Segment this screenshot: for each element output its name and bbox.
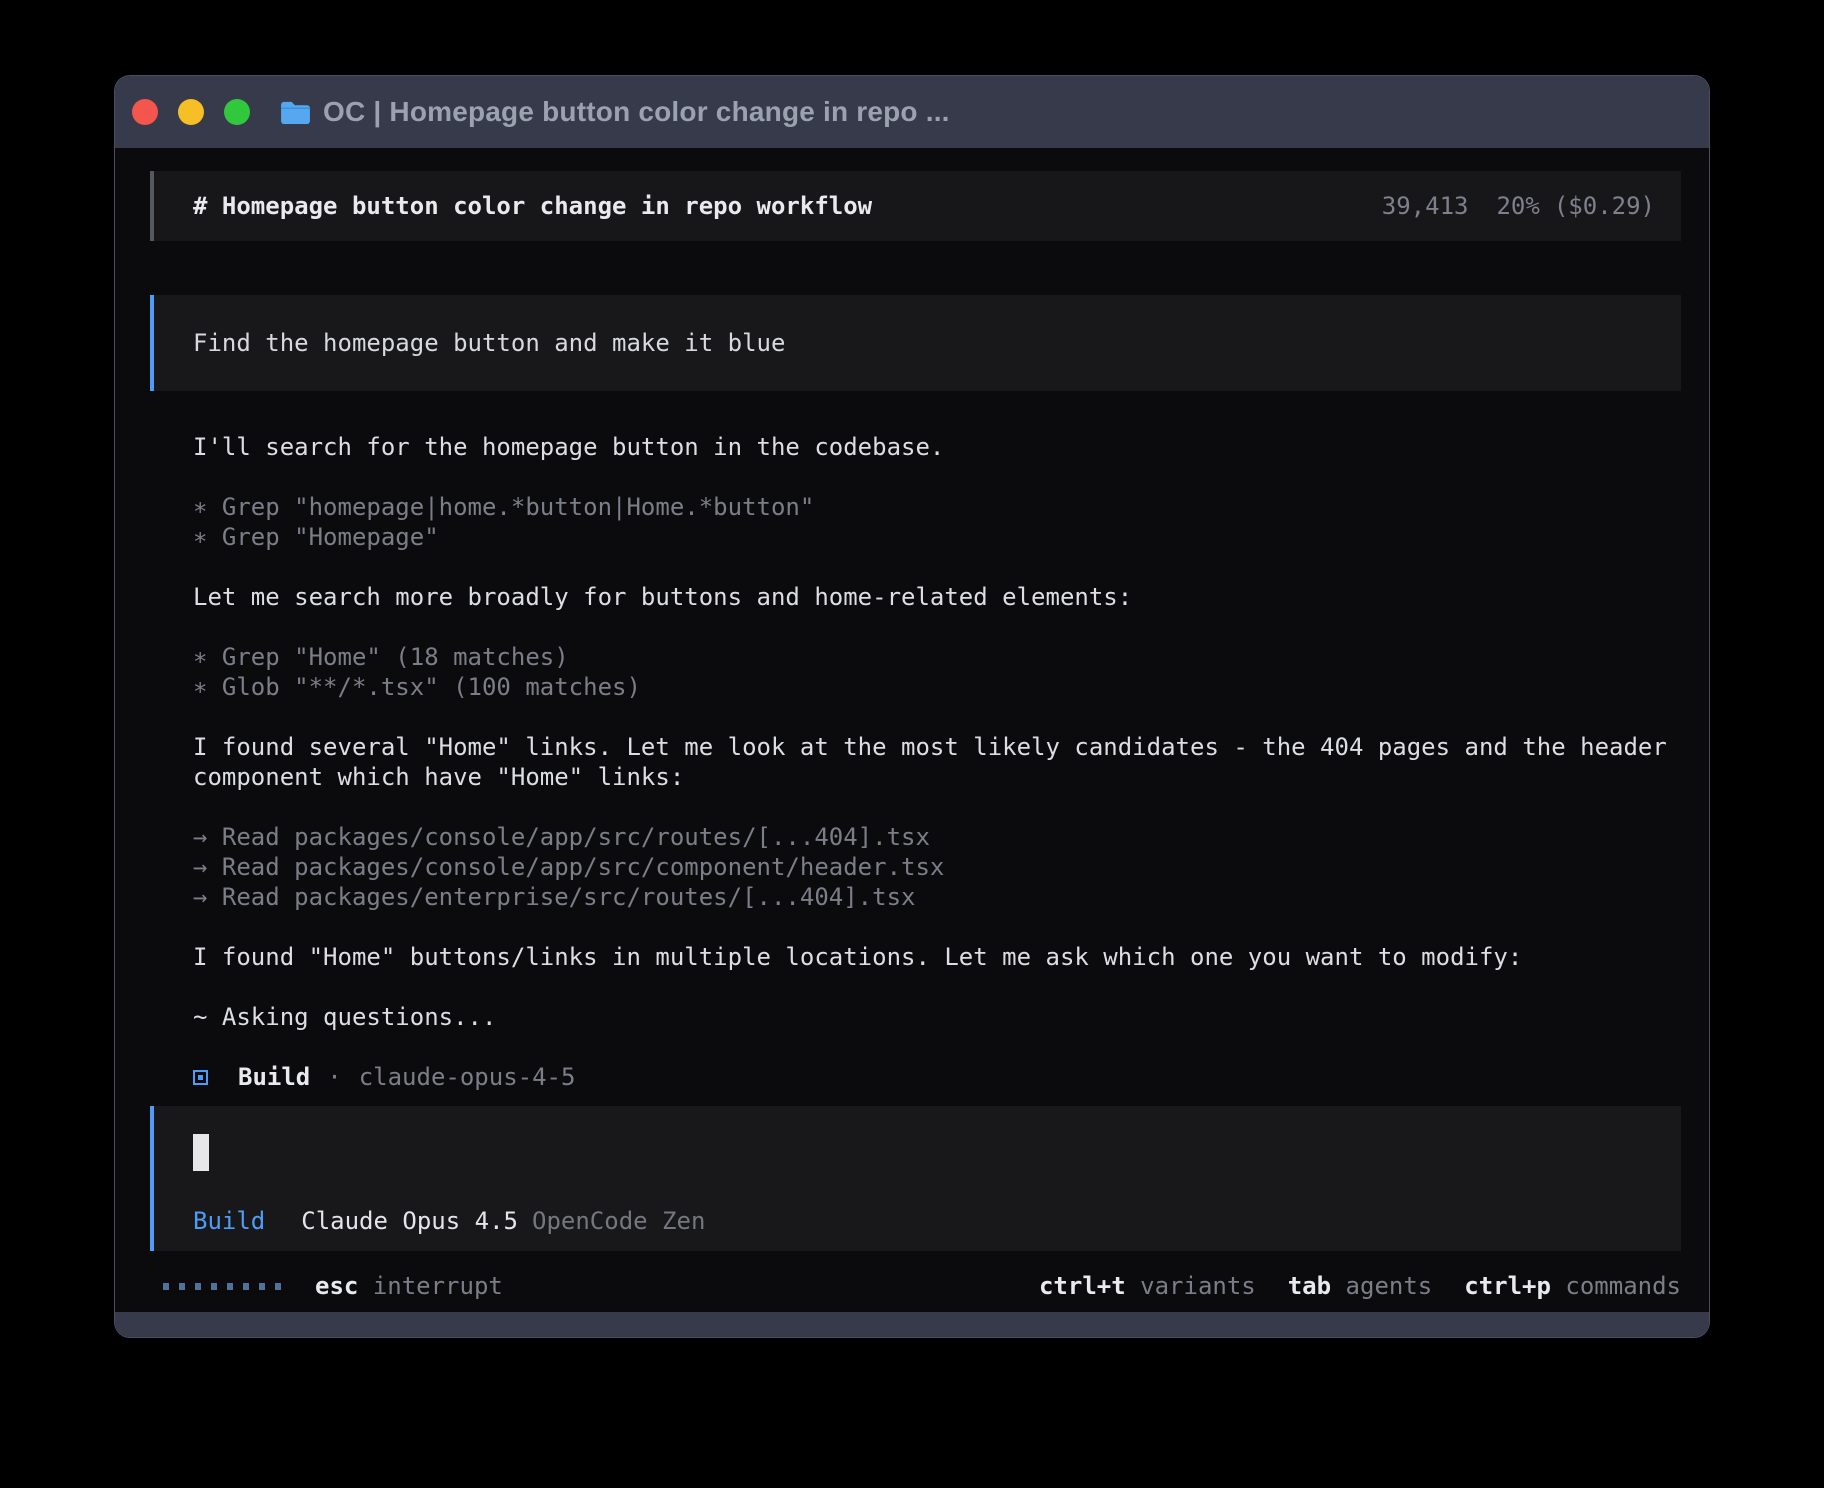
title-bar[interactable]: OC | Homepage button color change in rep…	[115, 76, 1709, 148]
spinner-dots	[163, 1283, 281, 1290]
folder-icon	[280, 100, 311, 125]
input-agent-mode[interactable]: Build	[193, 1207, 265, 1235]
spinner-dot	[259, 1283, 265, 1290]
agent-separator: ·	[327, 1063, 341, 1091]
agent-badge-icon	[193, 1070, 208, 1085]
tool-call-line: ∗ Grep "Homepage"	[193, 522, 1675, 552]
spinner-dot	[179, 1283, 185, 1290]
assistant-text: ~ Asking questions...	[193, 1002, 1675, 1032]
input-provider-name: OpenCode Zen	[532, 1207, 705, 1235]
prompt-input[interactable]: Build Claude Opus 4.5 OpenCode Zen	[150, 1106, 1681, 1251]
user-message-text: Find the homepage button and make it blu…	[193, 329, 785, 357]
input-model-name[interactable]: Claude Opus 4.5	[301, 1207, 518, 1235]
tool-call-line: → Read packages/console/app/src/componen…	[193, 852, 1675, 882]
hint-interrupt: esc interrupt	[315, 1272, 503, 1300]
agent-status-row: Build · claude-opus-4-5	[193, 1062, 575, 1092]
session-header: # Homepage button color change in repo w…	[150, 171, 1681, 241]
tool-call-block: ∗ Grep "Home" (18 matches)∗ Glob "**/*.t…	[193, 642, 1675, 702]
terminal-window: OC | Homepage button color change in rep…	[114, 75, 1710, 1338]
assistant-text: I found several "Home" links. Let me loo…	[193, 732, 1675, 792]
zoom-button[interactable]	[224, 99, 250, 125]
window-title: OC | Homepage button color change in rep…	[323, 96, 950, 128]
assistant-text: I found "Home" buttons/links in multiple…	[193, 942, 1675, 972]
text-cursor	[193, 1134, 209, 1171]
user-message: Find the homepage button and make it blu…	[150, 295, 1681, 391]
tool-call-block: → Read packages/console/app/src/routes/[…	[193, 822, 1675, 912]
agent-name: Build	[238, 1063, 310, 1091]
tool-call-line: ∗ Grep "Home" (18 matches)	[193, 642, 1675, 672]
tool-call-line: → Read packages/enterprise/src/routes/[.…	[193, 882, 1675, 912]
token-count: 39,413	[1382, 192, 1469, 220]
session-title: # Homepage button color change in repo w…	[193, 192, 872, 220]
spinner-dot	[163, 1283, 169, 1290]
spinner-dot	[227, 1283, 233, 1290]
spinner-dot	[243, 1283, 249, 1290]
tool-call-line: → Read packages/console/app/src/routes/[…	[193, 822, 1675, 852]
tool-call-line: ∗ Grep "homepage|home.*button|Home.*butt…	[193, 492, 1675, 522]
hint-commands: ctrl+p commands	[1464, 1272, 1681, 1300]
status-bar: esc interrupt ctrl+t variants tab agents…	[150, 1268, 1681, 1304]
assistant-text: Let me search more broadly for buttons a…	[193, 582, 1675, 612]
session-stats: 39,413 20% ($0.29)	[1382, 192, 1655, 220]
session-cost: ($0.29)	[1554, 192, 1655, 220]
input-footer: Build Claude Opus 4.5 OpenCode Zen	[193, 1207, 705, 1235]
minimize-button[interactable]	[178, 99, 204, 125]
context-percent: 20%	[1496, 192, 1539, 220]
transcript: I'll search for the homepage button in t…	[193, 432, 1675, 1032]
window-bottom-bezel	[115, 1312, 1709, 1337]
spinner-dot	[275, 1283, 281, 1290]
tool-call-line: ∗ Glob "**/*.tsx" (100 matches)	[193, 672, 1675, 702]
close-button[interactable]	[132, 99, 158, 125]
tool-call-block: ∗ Grep "homepage|home.*button|Home.*butt…	[193, 492, 1675, 552]
spinner-dot	[211, 1283, 217, 1290]
assistant-text: I'll search for the homepage button in t…	[193, 432, 1675, 462]
agent-model: claude-opus-4-5	[359, 1063, 576, 1091]
spinner-dot	[195, 1283, 201, 1290]
hint-agents: tab agents	[1288, 1272, 1433, 1300]
hint-variants: ctrl+t variants	[1039, 1272, 1256, 1300]
